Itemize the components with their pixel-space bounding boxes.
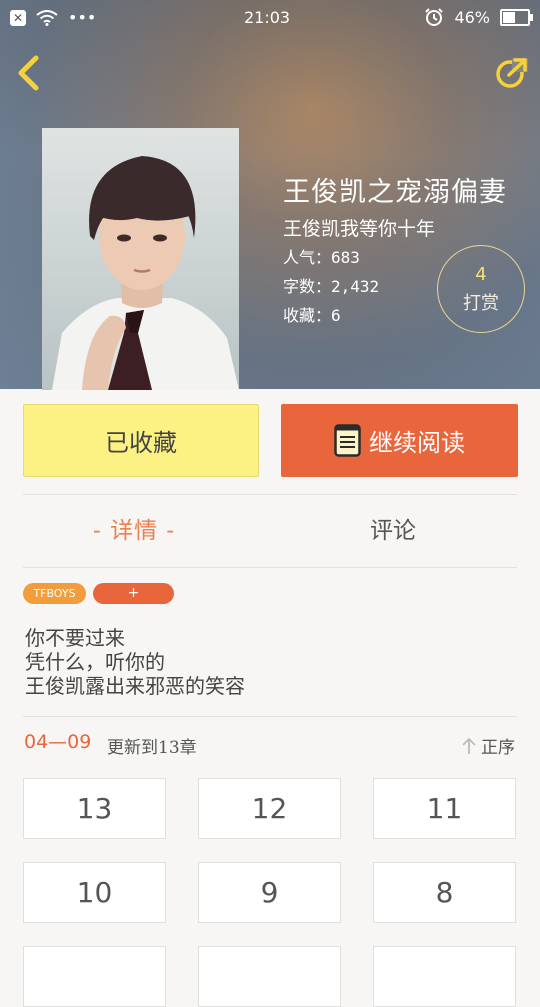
chapter-button[interactable] <box>23 946 166 1007</box>
book-icon <box>334 424 361 457</box>
arrow-up-icon <box>462 737 476 754</box>
update-date: 04—09 <box>24 731 92 753</box>
notification-x-icon: ✕ <box>10 9 26 26</box>
description-line: 你不要过来 <box>25 626 125 650</box>
divider <box>23 716 517 717</box>
chapter-button[interactable] <box>198 946 341 1007</box>
update-text: 更新到13章 <box>107 738 197 758</box>
reward-button[interactable]: 4 打赏 <box>437 245 525 333</box>
book-author: 王俊凯我等你十年 <box>283 218 436 240</box>
description-line: 凭什么，听你的 <box>25 650 165 674</box>
chapter-button[interactable]: 8 <box>373 862 516 923</box>
sort-label: 正序 <box>481 738 515 758</box>
chapter-button[interactable]: 10 <box>23 862 166 923</box>
word-count-row: 字数：2,432 <box>283 273 379 297</box>
battery-fill <box>503 11 515 23</box>
sort-button[interactable]: 正序 <box>461 733 515 758</box>
word-count-label: 字数： <box>283 277 332 296</box>
book-title: 王俊凯之宠溺偏妻 <box>283 177 507 208</box>
tab-comments[interactable]: 评论 <box>370 495 416 567</box>
continue-reading-button[interactable]: 继续阅读 <box>281 404 518 477</box>
collected-label: 已收藏 <box>105 429 177 457</box>
share-icon[interactable] <box>494 56 528 90</box>
book-header: 王俊凯之宠溺偏妻 王俊凯我等你十年 人气：683 字数：2,432 收藏：6 4… <box>0 0 540 390</box>
word-count-value: 2,432 <box>331 277 380 296</box>
favorites-row: 收藏：6 <box>283 302 341 326</box>
tab-detail[interactable]: - 详情 - <box>93 495 175 567</box>
battery-icon <box>500 8 533 26</box>
reward-label: 打赏 <box>463 293 499 314</box>
back-icon[interactable] <box>12 54 46 92</box>
alarm-icon <box>425 8 444 26</box>
book-cover-image <box>42 128 239 390</box>
favorites-label: 收藏： <box>283 306 332 325</box>
detail-tabs: - 详情 - 评论 <box>23 495 517 567</box>
popularity-row: 人气：683 <box>283 244 360 268</box>
chapter-button[interactable]: 9 <box>198 862 341 923</box>
book-description: 你不要过来 凭什么，听你的 王俊凯露出来邪恶的笑容 <box>25 626 245 698</box>
status-bar: ✕ ••• 21:03 46% <box>0 0 540 36</box>
continue-reading-label: 继续阅读 <box>369 429 465 457</box>
chapter-button[interactable] <box>373 946 516 1007</box>
chapter-button[interactable]: 11 <box>373 778 516 839</box>
description-line: 王俊凯露出来邪恶的笑容 <box>25 674 245 698</box>
favorites-value: 6 <box>331 306 341 325</box>
divider <box>23 567 517 568</box>
reward-count: 4 <box>475 264 487 285</box>
chapter-button[interactable]: 12 <box>198 778 341 839</box>
wifi-icon <box>36 9 58 26</box>
status-more-dots: ••• <box>68 8 97 27</box>
tag-tfboys[interactable]: TFBOYS <box>23 583 86 604</box>
popularity-value: 683 <box>331 248 360 267</box>
collected-button[interactable]: 已收藏 <box>23 404 259 477</box>
popularity-label: 人气： <box>283 248 332 267</box>
battery-percent: 46% <box>454 7 490 27</box>
add-tag-button[interactable]: + <box>93 583 174 604</box>
update-row: 04—09 更新到13章 正序 <box>23 728 517 762</box>
chapter-button[interactable]: 13 <box>23 778 166 839</box>
status-time: 21:03 <box>244 8 291 27</box>
